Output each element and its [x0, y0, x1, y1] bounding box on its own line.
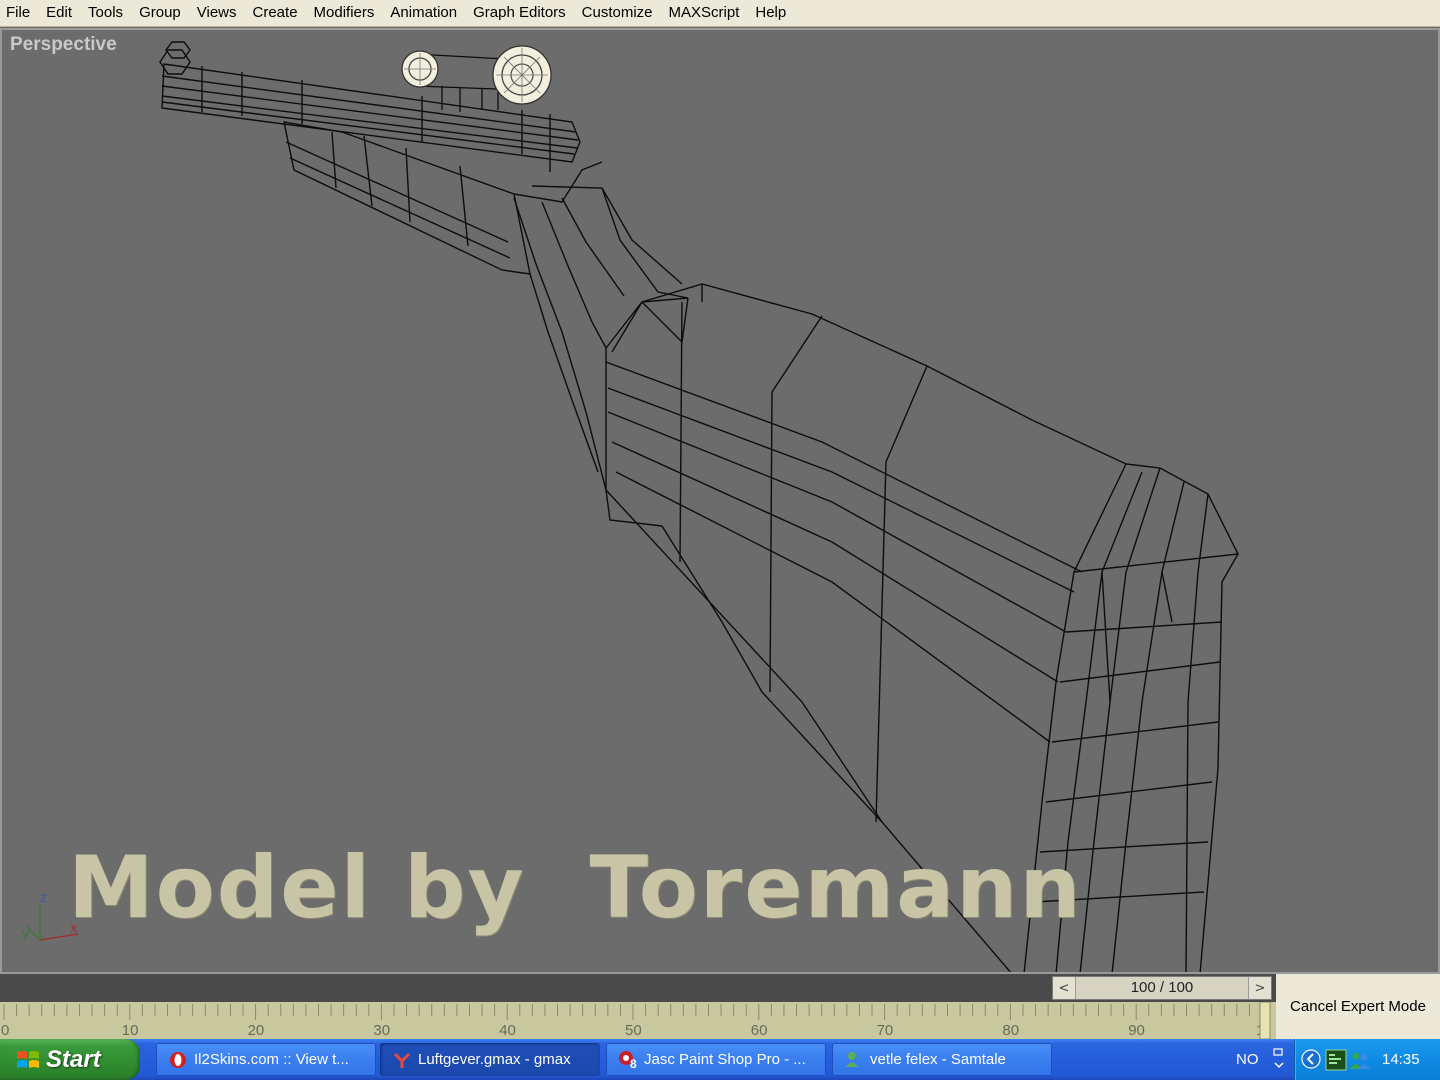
opera-icon	[168, 1050, 188, 1070]
menu-customize[interactable]: Customize	[574, 0, 661, 27]
menu-tools[interactable]: Tools	[80, 0, 131, 27]
trackbar-tick-label: 70	[877, 1022, 894, 1039]
menu-edit[interactable]: Edit	[38, 0, 80, 27]
menu-create[interactable]: Create	[245, 0, 306, 27]
notification-badge: 8	[630, 1056, 637, 1071]
menu-modifiers[interactable]: Modifiers	[306, 0, 383, 27]
menu-graph-editors[interactable]: Graph Editors	[465, 0, 574, 27]
axis-z-label: z	[40, 891, 47, 906]
axis-x-label: x	[70, 921, 78, 936]
cancel-expert-mode-button[interactable]: Cancel Expert Mode	[1276, 974, 1440, 1039]
show-hidden-icons-icon[interactable]	[1301, 1049, 1321, 1069]
current-frame-marker[interactable]	[1259, 1002, 1271, 1039]
language-indicator[interactable]: NO	[1236, 1039, 1259, 1080]
messenger-icon	[844, 1050, 864, 1070]
previous-frame-button[interactable]: <	[1053, 977, 1076, 999]
gmax-icon	[392, 1050, 412, 1070]
windows-taskbar: Start Il2Skins.com :: View t... Luftgeve…	[0, 1039, 1440, 1080]
taskbar-label: Jasc Paint Shop Pro - ...	[644, 1051, 806, 1068]
taskbar-button-paintshop[interactable]: 8 Jasc Paint Shop Pro - ...	[606, 1043, 826, 1076]
taskbar-label: Il2Skins.com :: View t...	[194, 1051, 349, 1068]
taskbar-label: vetle felex - Samtale	[870, 1051, 1006, 1068]
viewport-label[interactable]: Perspective	[10, 34, 117, 56]
trackbar[interactable]: 01020304050607080901	[0, 1002, 1276, 1039]
clock[interactable]: 14:35	[1382, 1039, 1420, 1080]
time-slider[interactable]: < 100 / 100 >	[1052, 976, 1272, 1000]
trackbar-tick-label: 30	[373, 1022, 390, 1039]
model-credit-watermark: Model by Toremann	[68, 838, 1083, 938]
menu-animation[interactable]: Animation	[382, 0, 465, 27]
menu-group[interactable]: Group	[131, 0, 189, 27]
paintshop-icon: 8	[618, 1050, 638, 1071]
menu-help[interactable]: Help	[747, 0, 794, 27]
taskbar-label: Luftgever.gmax - gmax	[418, 1051, 571, 1068]
trackbar-tick-label: 60	[751, 1022, 768, 1039]
trackbar-tick-label: 20	[248, 1022, 265, 1039]
trackbar-tick-label: 10	[122, 1022, 139, 1039]
taskbar-button-il2skins[interactable]: Il2Skins.com :: View t...	[156, 1043, 376, 1076]
menu-file[interactable]: File	[0, 0, 38, 27]
next-frame-button[interactable]: >	[1248, 977, 1271, 999]
trackbar-tick-label: 80	[1002, 1022, 1019, 1039]
taskbar-button-gmax[interactable]: Luftgever.gmax - gmax	[380, 1043, 600, 1076]
trackbar-tick-label: 40	[499, 1022, 516, 1039]
menu-maxscript[interactable]: MAXScript	[661, 0, 748, 27]
users-icon[interactable]	[1349, 1049, 1371, 1071]
perspective-viewport[interactable]: Perspective Model by Toremann z y x	[0, 28, 1440, 974]
start-label: Start	[46, 1045, 101, 1073]
menu-bar: File Edit Tools Group Views Create Modif…	[0, 0, 1440, 27]
taskbar-button-messenger[interactable]: vetle felex - Samtale	[832, 1043, 1052, 1076]
windows-flag-icon	[17, 1050, 39, 1068]
start-button[interactable]: Start	[0, 1039, 140, 1080]
trackbar-tick-label: 90	[1128, 1022, 1145, 1039]
axis-tripod-icon: z y x	[22, 891, 79, 942]
scope-group	[401, 45, 552, 112]
axis-y-label: y	[22, 927, 30, 942]
trackbar-tick-label: 0	[1, 1022, 9, 1039]
trackbar-tick-label: 50	[625, 1022, 642, 1039]
restore-arrows-icon[interactable]	[1272, 1047, 1286, 1071]
frame-counter[interactable]: 100 / 100	[1076, 977, 1248, 999]
menu-views[interactable]: Views	[189, 0, 245, 27]
rifle-wireframe-model[interactable]	[2, 30, 1438, 972]
network-icon[interactable]	[1325, 1049, 1347, 1071]
